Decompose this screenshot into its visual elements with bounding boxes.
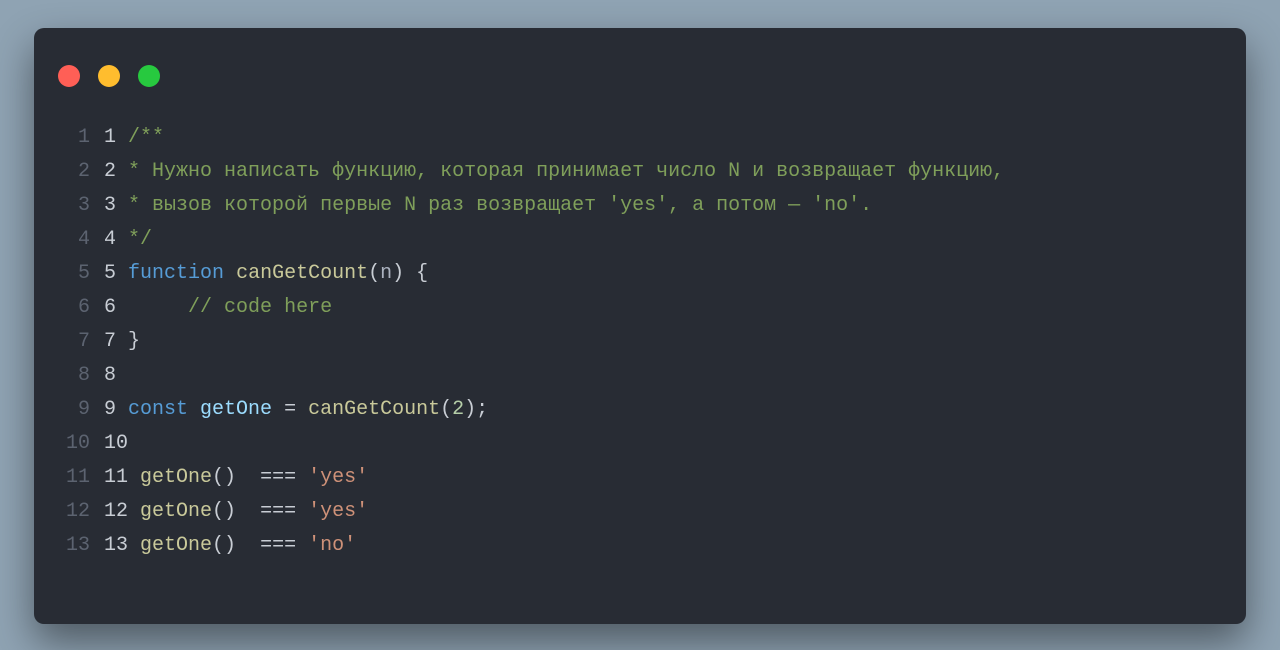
code-area[interactable]: 11 /**22 * Нужно написать функцию, котор… <box>34 110 1246 568</box>
code-content: 13 getOne() === 'no' <box>104 534 356 557</box>
code-content: 4 */ <box>104 228 152 251</box>
token-op: === <box>260 466 308 489</box>
zoom-icon[interactable] <box>138 65 160 87</box>
code-line[interactable]: 99 const getOne = canGetCount(2); <box>34 398 1246 432</box>
line-number: 1 <box>34 126 104 149</box>
token-pn: } <box>128 330 140 353</box>
inline-line-number: 11 <box>104 466 128 489</box>
line-number: 9 <box>34 398 104 421</box>
token-pn: ) { <box>392 262 428 285</box>
token-cmt: /** <box>128 126 164 149</box>
code-content: 8 <box>104 364 128 387</box>
token-pn <box>128 296 188 319</box>
token-op: === <box>260 500 308 523</box>
code-line[interactable]: 1010 <box>34 432 1246 466</box>
code-line[interactable]: 66 // code here <box>34 296 1246 330</box>
line-number: 3 <box>34 194 104 217</box>
token-str: 'no' <box>308 534 356 557</box>
token-fn: getOne <box>140 534 212 557</box>
code-line[interactable]: 44 */ <box>34 228 1246 262</box>
line-number: 13 <box>34 534 104 557</box>
inline-line-number: 5 <box>104 262 116 285</box>
inline-line-number: 6 <box>104 296 116 319</box>
token-op: = <box>272 398 308 421</box>
token-pn: () <box>212 500 260 523</box>
line-number: 2 <box>34 160 104 183</box>
token-cmt: */ <box>128 228 152 251</box>
inline-line-number: 8 <box>104 364 116 387</box>
code-content: 3 * вызов которой первые N раз возвращае… <box>104 194 872 217</box>
code-line[interactable]: 1313 getOne() === 'no' <box>34 534 1246 568</box>
code-line[interactable]: 1212 getOne() === 'yes' <box>34 500 1246 534</box>
token-str: 'yes' <box>308 466 368 489</box>
token-pn: ( <box>368 262 380 285</box>
code-content: 9 const getOne = canGetCount(2); <box>104 398 488 421</box>
token-fn: canGetCount <box>308 398 440 421</box>
inline-line-number: 3 <box>104 194 116 217</box>
line-number: 10 <box>34 432 104 455</box>
line-number: 6 <box>34 296 104 319</box>
code-content: 6 // code here <box>104 296 332 319</box>
minimize-icon[interactable] <box>98 65 120 87</box>
line-number: 7 <box>34 330 104 353</box>
token-pn: () <box>212 534 260 557</box>
token-ident: getOne <box>200 398 272 421</box>
token-const: const <box>128 398 200 421</box>
token-cmt: * вызов которой первые N раз возвращает … <box>128 194 872 217</box>
token-fn: getOne <box>140 466 212 489</box>
line-number: 4 <box>34 228 104 251</box>
token-nm: n <box>380 262 392 285</box>
token-fn: canGetCount <box>236 262 368 285</box>
token-cmt: // code here <box>188 296 332 319</box>
token-pn: ); <box>464 398 488 421</box>
close-icon[interactable] <box>58 65 80 87</box>
inline-line-number: 12 <box>104 500 128 523</box>
code-line[interactable]: 88 <box>34 364 1246 398</box>
line-number: 11 <box>34 466 104 489</box>
code-line[interactable]: 77 } <box>34 330 1246 364</box>
token-str: 'yes' <box>308 500 368 523</box>
code-content: 5 function canGetCount(n) { <box>104 262 428 285</box>
code-content: 12 getOne() === 'yes' <box>104 500 368 523</box>
code-line[interactable]: 1111 getOne() === 'yes' <box>34 466 1246 500</box>
token-pn: () <box>212 466 260 489</box>
line-number: 5 <box>34 262 104 285</box>
code-line[interactable]: 55 function canGetCount(n) { <box>34 262 1246 296</box>
code-line[interactable]: 22 * Нужно написать функцию, которая при… <box>34 160 1246 194</box>
code-content: 10 <box>104 432 140 455</box>
inline-line-number: 13 <box>104 534 128 557</box>
inline-line-number: 7 <box>104 330 116 353</box>
code-content: 1 /** <box>104 126 164 149</box>
code-content: 7 } <box>104 330 140 353</box>
line-number: 8 <box>34 364 104 387</box>
line-number: 12 <box>34 500 104 523</box>
titlebar <box>34 28 1246 110</box>
inline-line-number: 4 <box>104 228 116 251</box>
token-kw: function <box>128 262 236 285</box>
token-pn: ( <box>440 398 452 421</box>
code-content: 2 * Нужно написать функцию, которая прин… <box>104 160 1004 183</box>
token-fn: getOne <box>140 500 212 523</box>
inline-line-number: 1 <box>104 126 116 149</box>
code-line[interactable]: 33 * вызов которой первые N раз возвраща… <box>34 194 1246 228</box>
token-cmt: * Нужно написать функцию, которая приним… <box>128 160 1004 183</box>
inline-line-number: 2 <box>104 160 116 183</box>
code-line[interactable]: 11 /** <box>34 126 1246 160</box>
code-content: 11 getOne() === 'yes' <box>104 466 368 489</box>
inline-line-number: 9 <box>104 398 116 421</box>
token-num: 2 <box>452 398 464 421</box>
code-window: 11 /**22 * Нужно написать функцию, котор… <box>34 28 1246 624</box>
token-op: === <box>260 534 308 557</box>
inline-line-number: 10 <box>104 432 128 455</box>
